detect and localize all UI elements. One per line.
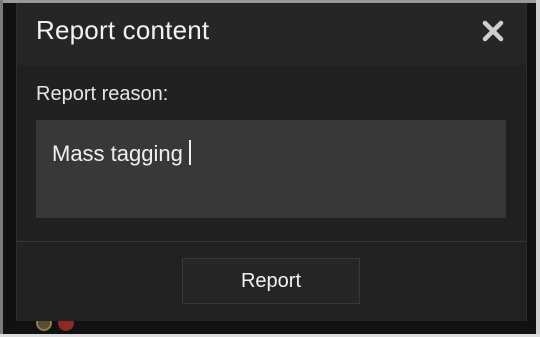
close-button[interactable] (479, 17, 507, 45)
background-content (36, 321, 336, 333)
page-edge (0, 0, 3, 337)
report-button[interactable]: Report (182, 258, 360, 304)
text-caret (188, 140, 191, 165)
close-icon (479, 17, 507, 45)
report-reason-input[interactable]: Mass tagging (36, 120, 506, 218)
report-reason-value: Mass tagging (52, 141, 183, 166)
report-dialog: Report content Report reason: Mass taggi… (16, 3, 527, 321)
dialog-footer: Report (17, 242, 526, 321)
avatar (58, 321, 74, 331)
report-reason-label: Report reason: (36, 83, 169, 105)
page-edge (536, 0, 540, 337)
page: Report content Report reason: Mass taggi… (0, 0, 540, 337)
avatar (36, 321, 52, 331)
dialog-title: Report content (36, 15, 210, 45)
dialog-header: Report content (17, 3, 526, 65)
